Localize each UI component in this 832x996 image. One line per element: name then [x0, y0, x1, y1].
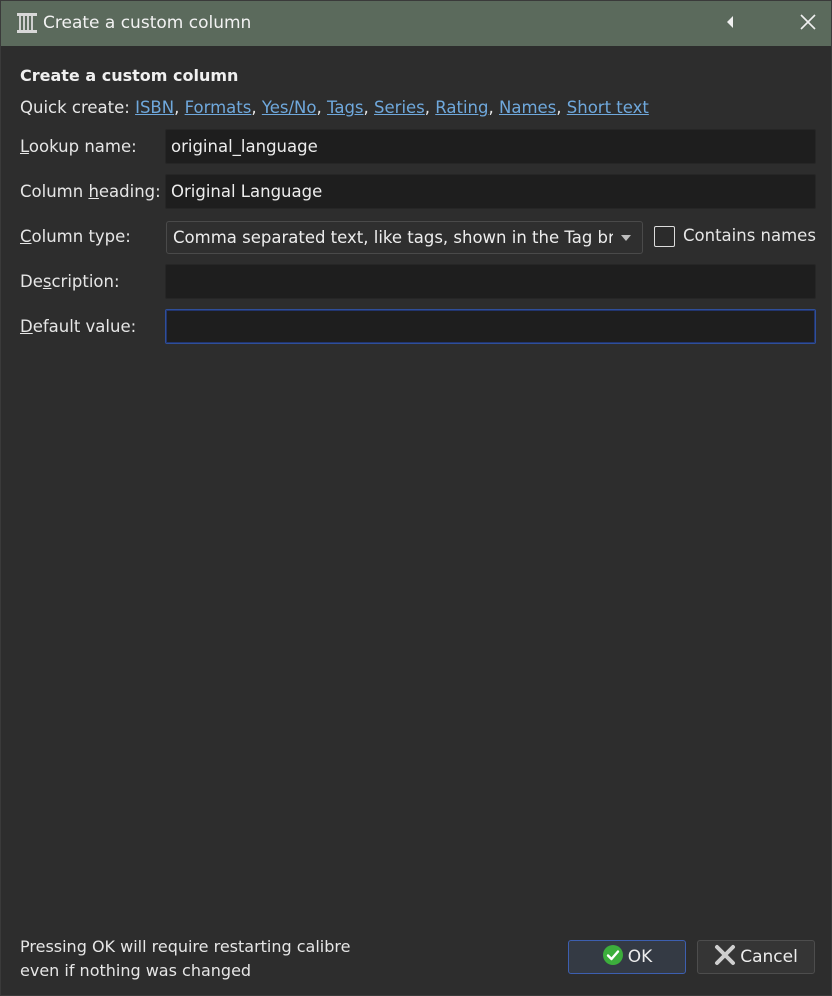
quick-create-formats-link[interactable]: Formats — [185, 98, 252, 117]
collapse-button[interactable] — [707, 1, 753, 46]
description-label: Description: — [20, 272, 120, 291]
column-type-label: Column type: — [20, 227, 131, 246]
lookup-name-label: Lookup name: — [20, 137, 137, 156]
calibre-app-icon — [15, 11, 39, 35]
restart-note-line2: even if nothing was changed — [20, 961, 252, 980]
quick-create-rating-link[interactable]: Rating — [435, 98, 488, 117]
contains-names-checkbox[interactable] — [654, 226, 675, 247]
quick-create-names-link[interactable]: Names — [499, 98, 556, 117]
quick-create-yesno-link[interactable]: Yes/No — [262, 98, 317, 117]
column-heading-input[interactable]: Original Language — [165, 174, 816, 209]
column-heading-label: Column heading: — [20, 182, 161, 201]
quick-create-short-text-link[interactable]: Short text — [567, 98, 649, 117]
contains-names-label[interactable]: Contains names — [683, 226, 816, 245]
default-value-label: Default value: — [20, 317, 137, 336]
checkmark-icon — [602, 944, 624, 971]
cross-icon — [714, 944, 736, 971]
cancel-button[interactable]: Cancel — [697, 940, 815, 974]
restart-note: Pressing OK will require restarting cali… — [20, 935, 350, 983]
chevron-down-icon — [621, 235, 631, 241]
default-value-input[interactable] — [165, 309, 816, 344]
quick-create-tags-link[interactable]: Tags — [327, 98, 364, 117]
lookup-name-input[interactable]: original_language — [165, 129, 816, 164]
ok-button-label: OK — [627, 947, 653, 967]
ok-button[interactable]: OK — [568, 940, 686, 974]
restart-note-line1: Pressing OK will require restarting cali… — [20, 937, 351, 956]
dialog-heading: Create a custom column — [20, 66, 239, 85]
quick-create-label: Quick create: — [20, 98, 130, 117]
description-input[interactable] — [165, 264, 816, 299]
close-button[interactable] — [785, 1, 831, 46]
quick-create-isbn-link[interactable]: ISBN — [135, 98, 174, 117]
cancel-button-label: Cancel — [740, 947, 798, 967]
triangle-left-icon — [725, 14, 735, 33]
dialog-window: Create a custom column Create a custom c… — [0, 0, 832, 996]
window-title: Create a custom column — [43, 13, 252, 33]
column-type-select[interactable]: Comma separated text, like tags, shown i… — [166, 221, 643, 254]
column-type-value: Comma separated text, like tags, shown i… — [173, 228, 613, 247]
close-icon — [799, 13, 817, 35]
title-bar[interactable]: Create a custom column — [1, 1, 831, 46]
quick-create-row: Quick create: ISBN, Formats, Yes/No, Tag… — [20, 98, 649, 117]
quick-create-series-link[interactable]: Series — [374, 98, 425, 117]
